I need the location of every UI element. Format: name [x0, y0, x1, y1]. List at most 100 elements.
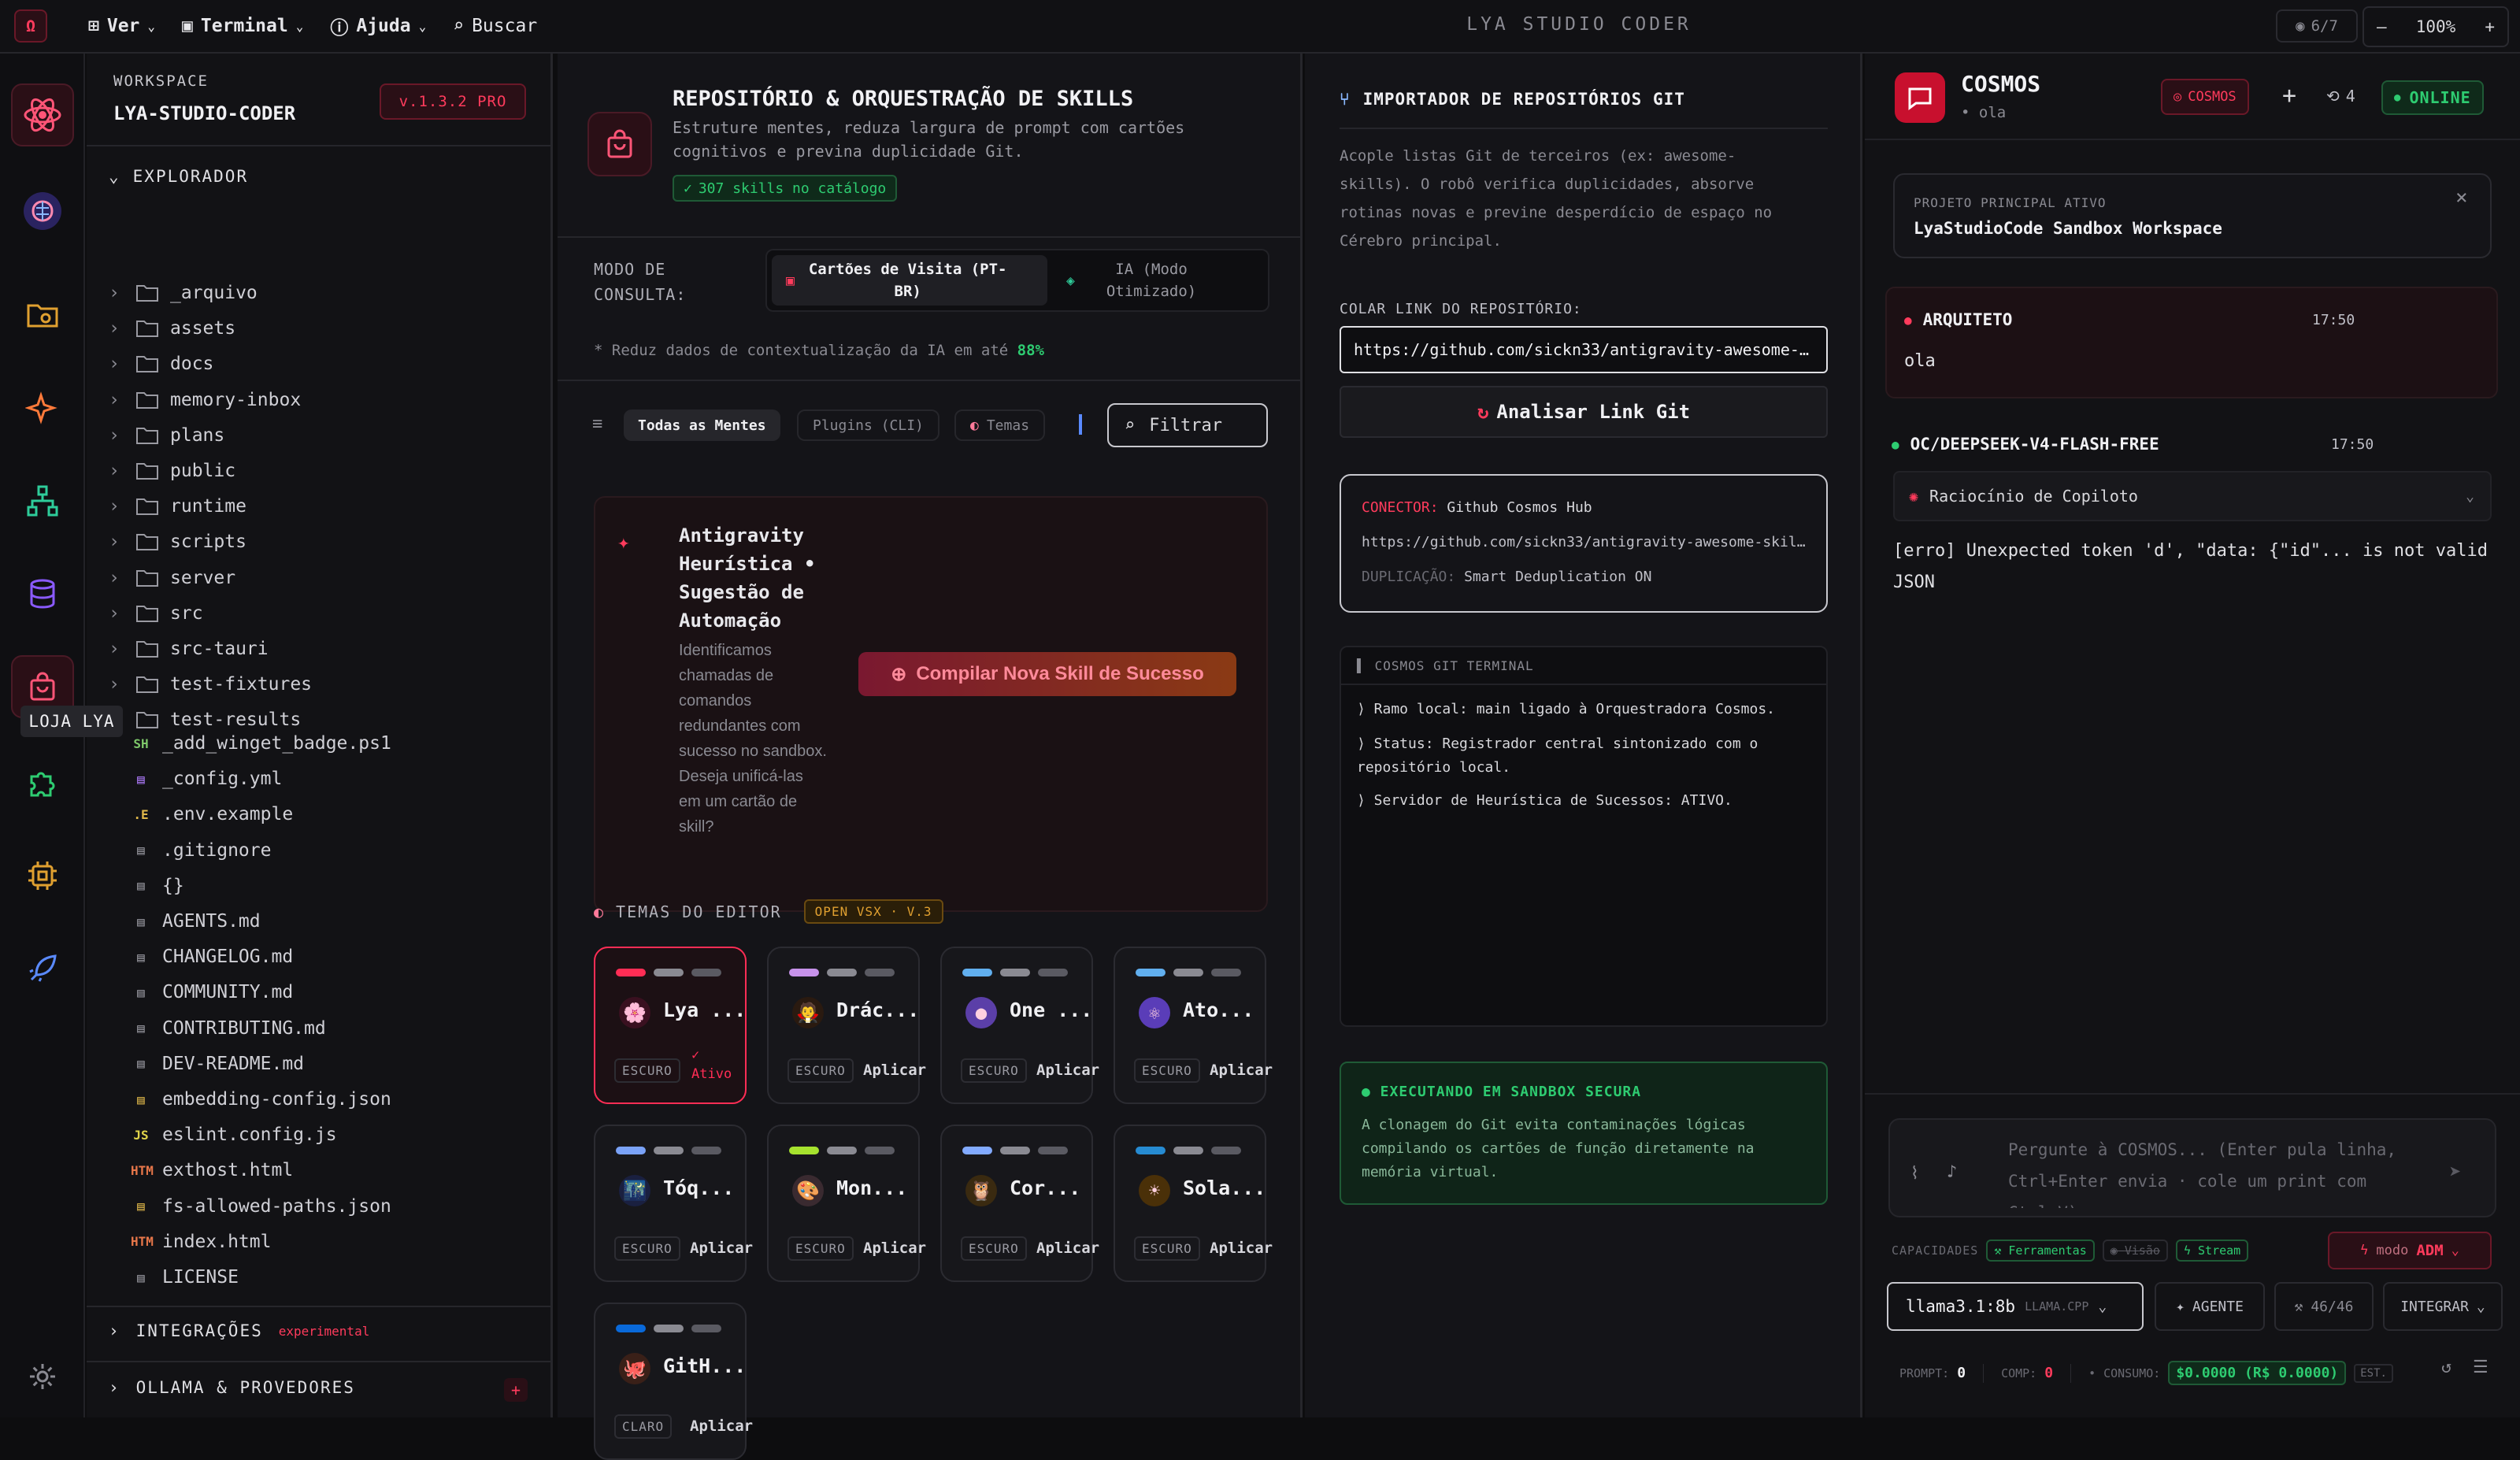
theme-card[interactable]: 🧛 Drác... ESCURO Aplicar [767, 947, 926, 1104]
cap-vision-chip[interactable]: ◉ Visão [2102, 1240, 2168, 1262]
theme-swatches [962, 969, 1068, 976]
rail-brain-button[interactable] [11, 180, 74, 243]
rail-chip-button[interactable] [11, 844, 74, 907]
theme-apply-button[interactable]: ✓ Ativo [691, 1046, 732, 1084]
ai-message-header: ● OC/DEEPSEEK-V4-FLASH-FREE [1892, 435, 2159, 454]
theme-apply-button[interactable]: Aplicar [1210, 1240, 1273, 1257]
folder-icon [136, 321, 158, 338]
zoom-level: 100% [2415, 17, 2456, 36]
mode-selector[interactable]: ϟ modo ADM ⌄ [2328, 1232, 2492, 1269]
integrations-section[interactable]: › INTEGRAÇÕES experimental [109, 1321, 369, 1340]
history-button[interactable]: ⟲ 4 [2326, 87, 2355, 106]
file-item[interactable]: ▤ fs-allowed-paths.json [131, 1191, 391, 1222]
theme-card[interactable]: 🦉 Cor... ESCURO Aplicar [940, 1125, 1099, 1282]
analyze-link-button[interactable]: ↻ Analisar Link Git [1340, 386, 1828, 438]
file-item[interactable]: ▤ _config.yml [131, 763, 282, 795]
cosmos-tag[interactable]: ◎ COSMOS [2161, 79, 2249, 115]
file-item[interactable]: ▤ embedding-config.json [131, 1084, 391, 1115]
file-item[interactable]: ▤ AGENTS.md [131, 906, 260, 937]
theme-apply-button[interactable]: Aplicar [1210, 1062, 1273, 1079]
folder-item[interactable]: › docs [109, 348, 213, 380]
cap-stream-chip[interactable]: ϟ Stream [2175, 1240, 2249, 1262]
views-indicator[interactable]: ◉ 6/7 [2276, 9, 2358, 43]
file-item[interactable]: JS eslint.config.js [131, 1119, 336, 1151]
folder-item[interactable]: › src-tauri [109, 633, 269, 665]
theme-card[interactable]: ● One ... ESCURO Aplicar [940, 947, 1099, 1104]
rail-cosmos-button[interactable] [11, 83, 74, 146]
file-item[interactable]: .E .env.example [131, 799, 293, 830]
filter-icon[interactable]: ≡ [592, 414, 602, 434]
history-count: 4 [2345, 87, 2355, 106]
folder-item[interactable]: › test-fixtures [109, 669, 312, 700]
theme-card[interactable]: 🐙 GitH... CLARO Aplicar [594, 1303, 753, 1460]
file-item[interactable]: ▤ COMMUNITY.md [131, 976, 293, 1008]
file-item[interactable]: ▤ LICENSE [131, 1262, 239, 1293]
file-item[interactable]: ▤ CHANGELOG.md [131, 941, 293, 973]
rail-network-button[interactable] [11, 469, 74, 532]
rail-sparkle-button[interactable] [11, 376, 74, 439]
theme-card[interactable]: 🌸 Lya ... ESCURO ✓ Ativo [594, 947, 747, 1104]
mode-ai-option[interactable]: ◈ IA (Modo Otimizado) [1058, 255, 1263, 306]
reset-icon[interactable]: ↺ [2441, 1358, 2451, 1377]
theme-apply-button[interactable]: Aplicar [1036, 1062, 1099, 1079]
folder-item[interactable]: › scripts [109, 526, 246, 558]
compile-skill-button[interactable]: ⊕ Compilar Nova Skill de Sucesso [858, 652, 1236, 696]
folder-item[interactable]: › _arquivo [109, 277, 258, 309]
microphone-icon[interactable]: ♪ [1947, 1162, 1957, 1182]
folder-item[interactable]: › server [109, 562, 235, 594]
filter-plugins-chip[interactable]: Plugins (CLI) [797, 409, 939, 441]
folder-item[interactable]: › assets [109, 313, 235, 344]
rail-rocket-button[interactable] [11, 937, 74, 1000]
theme-apply-button[interactable]: Aplicar [1036, 1240, 1099, 1257]
theme-card[interactable]: ⚛ Ato... ESCURO Aplicar [1114, 947, 1273, 1104]
heuristic-title-2: Heurística • [679, 553, 816, 575]
new-chat-button[interactable]: + [2282, 82, 2296, 109]
rail-settings-button[interactable] [11, 1345, 74, 1408]
filter-search-input[interactable]: ⌕ Filtrar [1107, 403, 1268, 447]
chat-input[interactable]: ⌇ ♪ Pergunte à COSMOS... (Enter pula lin… [1888, 1118, 2496, 1217]
repo-url-input[interactable]: https://github.com/sickn33/antigravity-a… [1340, 326, 1828, 373]
model-selector[interactable]: llama3.1:8b LLAMA.CPP ⌄ [1887, 1282, 2144, 1331]
ollama-section[interactable]: › OLLAMA & PROVEDORES [109, 1378, 355, 1397]
zoom-out-button[interactable]: – [2377, 17, 2387, 36]
file-item[interactable]: HTM exthost.html [131, 1154, 293, 1186]
filter-all-chip[interactable]: Todas as Mentes [624, 409, 780, 441]
close-project-button[interactable]: × [2455, 186, 2468, 209]
theme-apply-button[interactable]: Aplicar [863, 1240, 926, 1257]
agent-button[interactable]: ✦ AGENTE [2155, 1282, 2265, 1331]
theme-apply-button[interactable]: Aplicar [863, 1062, 926, 1079]
layout-icon[interactable]: ☰ [2473, 1358, 2488, 1377]
theme-card[interactable]: 🌃 Tóq... ESCURO Aplicar [594, 1125, 753, 1282]
paperclip-icon[interactable]: ⌇ [1910, 1164, 1919, 1184]
add-provider-button[interactable]: + [504, 1378, 528, 1402]
integrate-button[interactable]: INTEGRAR ⌄ [2383, 1282, 2503, 1331]
zoom-in-button[interactable]: + [2485, 17, 2495, 36]
theme-card[interactable]: ☀ Sola... ESCURO Aplicar [1114, 1125, 1273, 1282]
folder-item[interactable]: › plans [109, 420, 224, 451]
reasoning-toggle[interactable]: ✺ Raciocínio de Copiloto ⌄ [1893, 471, 2492, 521]
send-icon[interactable]: ➤ [2449, 1161, 2462, 1184]
mode-cards-option[interactable]: ▣ Cartões de Visita (PT- BR) [772, 255, 1047, 306]
theme-apply-button[interactable]: Aplicar [690, 1417, 753, 1435]
folder-item[interactable]: › src [109, 598, 203, 629]
mode-cards-label-2: BR) [894, 283, 921, 300]
cap-tools-chip[interactable]: ⚒ Ferramentas [1986, 1240, 2095, 1262]
folder-item[interactable]: › public [109, 455, 235, 487]
file-item[interactable]: HTM index.html [131, 1226, 271, 1258]
file-item[interactable]: ▤ DEV-README.md [131, 1048, 304, 1080]
rail-puzzle-button[interactable] [11, 751, 74, 814]
theme-apply-button[interactable]: Aplicar [690, 1240, 753, 1257]
rail-explorer-button[interactable] [11, 283, 74, 346]
explorer-section-header[interactable]: ⌄ EXPLORADOR [109, 167, 248, 186]
file-item[interactable]: ▤ .gitignore [131, 835, 271, 866]
tools-count-button[interactable]: ⚒ 46/46 [2274, 1282, 2374, 1331]
file-item[interactable]: SH _add_winget_badge.ps1 [131, 728, 391, 759]
rail-database-button[interactable] [11, 562, 74, 625]
folder-item[interactable]: › runtime [109, 491, 246, 522]
theme-card[interactable]: 🎨 Mon... ESCURO Aplicar [767, 1125, 926, 1282]
brain-icon: ✺ [1909, 487, 1919, 506]
file-item[interactable]: ▤ CONTRIBUTING.md [131, 1013, 326, 1044]
folder-item[interactable]: › memory-inbox [109, 384, 301, 416]
filter-themes-chip[interactable]: ◐ Temas [954, 409, 1046, 441]
file-item[interactable]: ▤ {} [131, 870, 184, 902]
